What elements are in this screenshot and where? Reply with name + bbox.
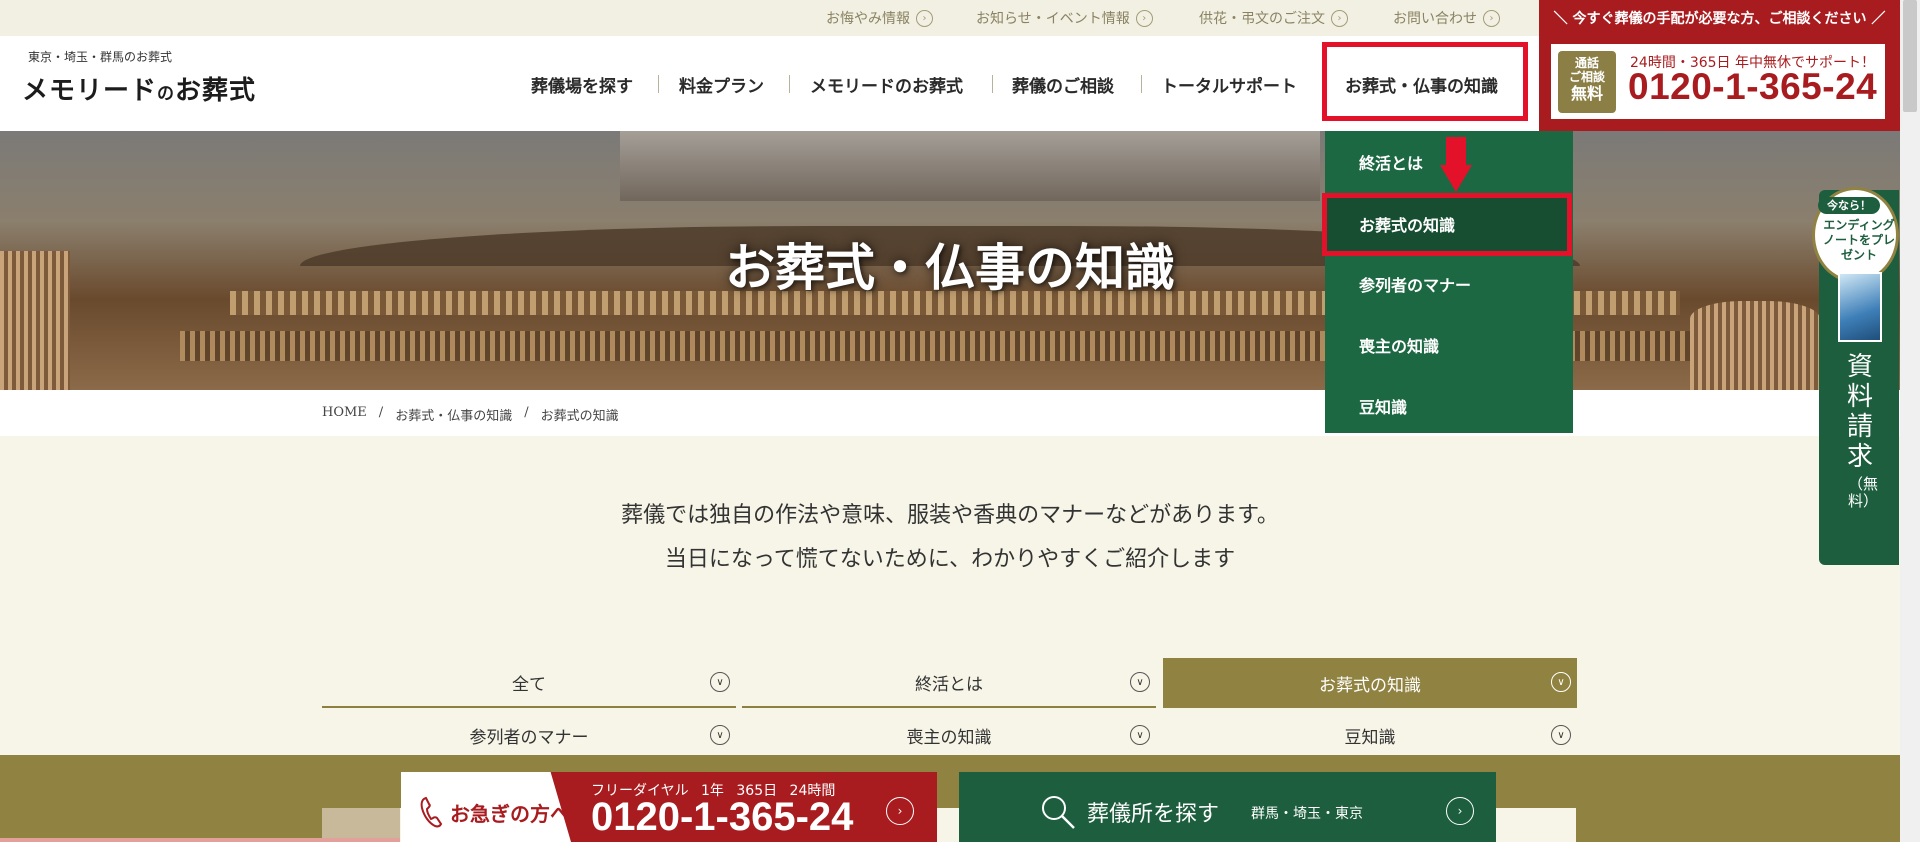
nav-label: メモリードのお葬式 — [810, 77, 963, 97]
badge-line: ご相談 — [1568, 70, 1605, 84]
chevron-down-icon: ∨ — [710, 672, 730, 692]
tab-label: 喪主の知識 — [906, 727, 992, 748]
breadcrumb-bar — [0, 390, 1900, 436]
nav-label: 料金プラン — [679, 77, 764, 97]
document-request-label: 資料請求 — [1846, 352, 1873, 472]
site-logo[interactable]: メモリードのお葬式 — [22, 70, 256, 107]
tab-shukatsu[interactable]: 終活とは ∨ — [742, 658, 1156, 708]
nav-label: 葬儀のご相談 — [1012, 77, 1114, 97]
nav-divider — [1141, 75, 1142, 93]
ending-note-book-image — [1838, 272, 1882, 342]
breadcrumb-current: お葬式の知識 — [540, 409, 619, 424]
breadcrumb: HOME / お葬式・仏事の知識 / お葬式の知識 — [322, 405, 619, 424]
tab-label: 参列者のマナー — [469, 727, 589, 748]
nav-divider — [789, 75, 790, 93]
intro-line-2: 当日になって慌てないために、わかりやすくご紹介します — [664, 547, 1236, 572]
chevron-down-icon: ∨ — [1130, 672, 1150, 692]
search-icon — [1042, 796, 1075, 829]
nav-highlight-box — [1322, 42, 1528, 121]
badge-line: 無料 — [1570, 84, 1603, 103]
bottom-strip — [0, 838, 400, 842]
utility-link-condolence[interactable]: お悔やみ情報 › — [826, 0, 933, 36]
contact-phone-number[interactable]: 0120-1-365-24 — [1628, 66, 1877, 108]
utility-link-label: お問い合わせ — [1393, 11, 1477, 27]
intro-line-1: 葬儀では独自の作法や意味、服装や香典のマナーなどがあります。 — [621, 503, 1279, 528]
tab-label: 豆知識 — [1344, 727, 1396, 748]
breadcrumb-knowledge[interactable]: お葬式・仏事の知識 — [395, 405, 512, 424]
phone-icon — [420, 796, 443, 828]
nav-item-consultation[interactable]: 葬儀のご相談 — [1012, 72, 1114, 97]
ending-note-text: エンディングノートをプレゼント — [1822, 218, 1895, 262]
utility-link-label: お知らせ・イベント情報 — [976, 11, 1130, 27]
chevron-right-icon: › — [916, 9, 933, 27]
nav-item-memorido-funeral[interactable]: メモリードのお葬式 — [810, 72, 963, 97]
chevron-right-icon: › — [1483, 9, 1500, 27]
find-hall-label: 葬儀所を探す — [1087, 802, 1220, 827]
tab-label: お葬式の知識 — [1319, 675, 1421, 696]
tab-label: 全て — [512, 674, 546, 695]
arrow-down-icon — [1440, 165, 1472, 192]
chevron-right-icon: › — [1135, 9, 1153, 27]
tab-attendee-manners[interactable]: 参列者のマナー ∨ — [322, 711, 736, 761]
contact-headline-text: 今すぐ葬儀の手配が必要な方、ご相談ください — [1572, 11, 1867, 27]
utility-link-flower-order[interactable]: 供花・弔文のご注文 › — [1199, 0, 1348, 36]
logo-text-a: メモリード — [22, 76, 158, 106]
chevron-down-icon: ∨ — [1551, 672, 1571, 692]
tab-all[interactable]: 全て ∨ — [322, 658, 736, 708]
find-hall-regions: 群馬・埼玉・東京 — [1251, 806, 1363, 822]
tab-trivia[interactable]: 豆知識 ∨ — [1163, 711, 1577, 761]
nav-item-total-support[interactable]: トータルサポート — [1161, 72, 1297, 97]
chevron-right-icon: › — [886, 797, 914, 825]
now-label: 今なら！ — [1818, 197, 1880, 214]
logo-tagline: 東京・埼玉・群馬のお葬式 — [28, 50, 173, 64]
dropdown-item-funeral-knowledge[interactable]: お葬式の知識 — [1359, 212, 1455, 236]
utility-link-contact[interactable]: お問い合わせ › — [1393, 0, 1500, 36]
tab-chief-mourner[interactable]: 喪主の知識 ∨ — [742, 711, 1156, 761]
breadcrumb-separator: / — [524, 405, 529, 420]
breadcrumb-separator: / — [378, 405, 384, 420]
hero-decoration — [1690, 301, 1820, 390]
content-thumbnail — [322, 808, 400, 842]
dropdown-item-chief-mourner[interactable]: 喪主の知識 — [1359, 333, 1439, 357]
chevron-down-icon: ∨ — [1551, 725, 1571, 745]
scrollbar-track[interactable] — [1900, 0, 1920, 842]
page-title: お葬式・仏事の知識 — [725, 238, 1175, 297]
hero-decoration — [620, 131, 1320, 201]
breadcrumb-home[interactable]: HOME — [322, 405, 367, 424]
nav-label: トータルサポート — [1161, 77, 1297, 97]
logo-text-b: の — [157, 84, 176, 104]
dropdown-item-attendee-manners[interactable]: 参列者のマナー — [1359, 272, 1471, 296]
nav-label: 葬儀場を探す — [531, 77, 633, 97]
nav-divider — [658, 75, 659, 93]
scrollbar-thumb[interactable] — [1903, 0, 1917, 112]
document-request-free: （無料） — [1848, 475, 1879, 510]
chevron-right-icon: › — [1446, 797, 1474, 825]
logo-text-c: お葬式 — [175, 76, 257, 106]
utility-link-news[interactable]: お知らせ・イベント情報 › — [976, 0, 1153, 36]
utility-link-label: 供花・弔文のご注文 — [1199, 11, 1325, 27]
chevron-down-icon: ∨ — [1130, 725, 1150, 745]
contact-headline: ＼ 今すぐ葬儀の手配が必要な方、ご相談ください ／ — [1553, 11, 1886, 27]
nav-item-price-plan[interactable]: 料金プラン — [679, 72, 764, 97]
nav-divider — [992, 75, 993, 93]
utility-link-label: お悔やみ情報 — [826, 11, 910, 27]
chevron-down-icon: ∨ — [710, 725, 730, 745]
free-call-badge: 通話 ご相談 無料 — [1558, 51, 1616, 113]
tab-funeral-knowledge[interactable]: お葬式の知識 ∨ — [1163, 658, 1577, 708]
urgent-label: お急ぎの方へ — [418, 795, 570, 829]
dropdown-item-trivia[interactable]: 豆知識 — [1359, 394, 1407, 418]
nav-item-find-hall[interactable]: 葬儀場を探す — [531, 72, 633, 97]
urgent-label-text: お急ぎの方へ — [450, 801, 570, 826]
urgent-phone-number[interactable]: 0120-1-365-24 — [591, 795, 853, 840]
dropdown-item-shukatsu[interactable]: 終活とは — [1359, 150, 1423, 174]
chevron-right-icon: › — [1331, 9, 1348, 27]
tab-label: 終活とは — [915, 674, 983, 695]
badge-line: 通話 — [1574, 56, 1599, 70]
